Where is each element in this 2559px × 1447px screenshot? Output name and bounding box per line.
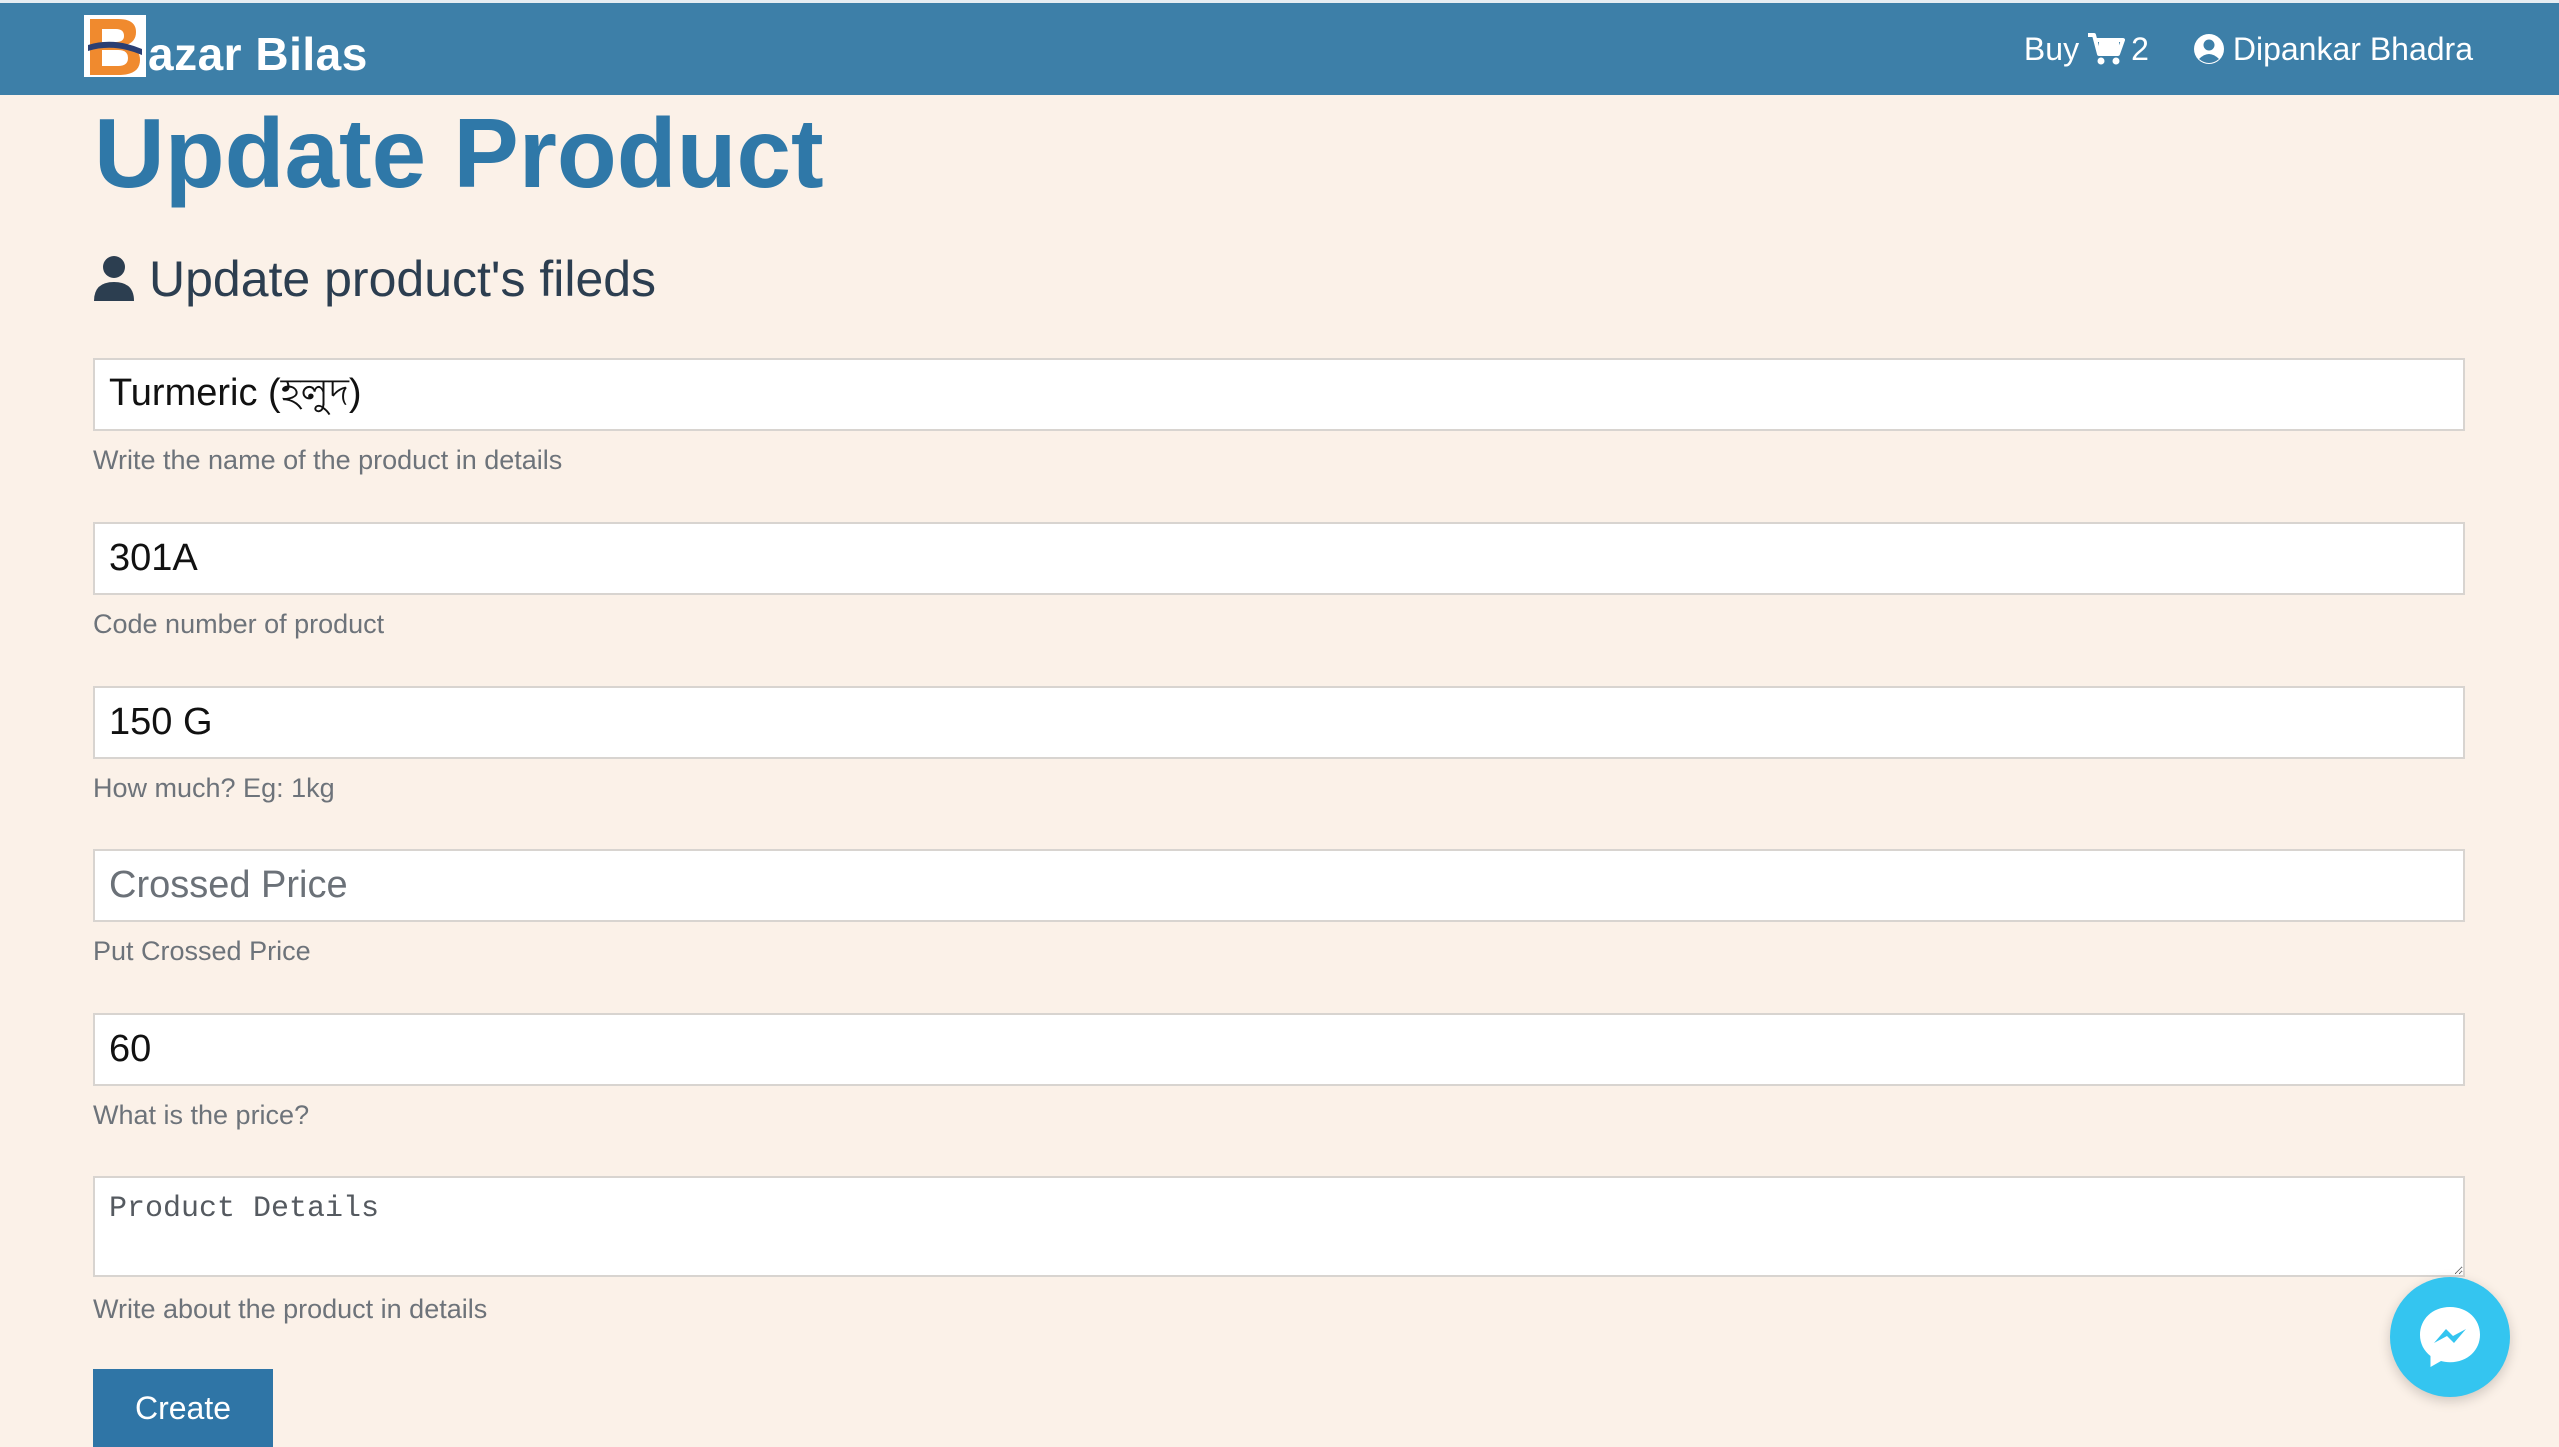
top-navbar: azar Bilas Buy 2 Dipankar Bhadra bbox=[0, 0, 2559, 95]
section-title: Update product's fileds bbox=[93, 250, 656, 308]
buy-label: Buy bbox=[2023, 30, 2080, 67]
page-title: Update Product bbox=[94, 98, 824, 208]
messenger-chat-button[interactable] bbox=[2390, 1277, 2510, 1397]
crossed-price-group: Put Crossed Price bbox=[93, 849, 2465, 967]
product-name-group: Write the name of the product in details bbox=[93, 358, 2465, 476]
crossed-price-input[interactable] bbox=[93, 849, 2465, 922]
product-code-help: Code number of product bbox=[93, 609, 385, 639]
brand-link[interactable]: azar Bilas bbox=[84, 7, 368, 77]
cart-count: 2 bbox=[2131, 30, 2149, 67]
navbar-right: Buy 2 Dipankar Bhadra bbox=[2024, 3, 2473, 95]
product-code-group: Code number of product bbox=[93, 522, 2465, 640]
create-button[interactable]: Create bbox=[93, 1369, 273, 1447]
buy-link[interactable]: Buy 2 bbox=[2024, 31, 2149, 68]
product-quantity-group: How much? Eg: 1kg bbox=[93, 686, 2465, 804]
user-circle-icon bbox=[2193, 34, 2224, 64]
brand-name: azar Bilas bbox=[148, 28, 368, 80]
crossed-price-help: Put Crossed Price bbox=[93, 936, 311, 966]
product-code-input[interactable] bbox=[93, 522, 2465, 595]
price-input[interactable] bbox=[93, 1013, 2465, 1086]
price-help: What is the price? bbox=[93, 1100, 310, 1130]
product-details-help: Write about the product in details bbox=[93, 1294, 488, 1324]
user-icon bbox=[94, 256, 134, 301]
messenger-icon bbox=[2420, 1307, 2480, 1367]
price-group: What is the price? bbox=[93, 1013, 2465, 1131]
user-name: Dipankar Bhadra bbox=[2232, 30, 2473, 67]
bazar-bilas-logo-icon bbox=[84, 15, 146, 77]
cart-icon bbox=[2088, 33, 2126, 65]
product-details-group: Write about the product in details bbox=[93, 1176, 2465, 1325]
section-title-text: Update product's fileds bbox=[149, 251, 657, 307]
product-name-input[interactable] bbox=[93, 358, 2465, 431]
user-menu[interactable]: Dipankar Bhadra bbox=[2193, 31, 2473, 68]
product-quantity-input[interactable] bbox=[93, 686, 2465, 759]
product-quantity-help: How much? Eg: 1kg bbox=[93, 773, 335, 803]
product-name-help: Write the name of the product in details bbox=[93, 445, 563, 475]
product-details-textarea[interactable] bbox=[93, 1176, 2465, 1277]
